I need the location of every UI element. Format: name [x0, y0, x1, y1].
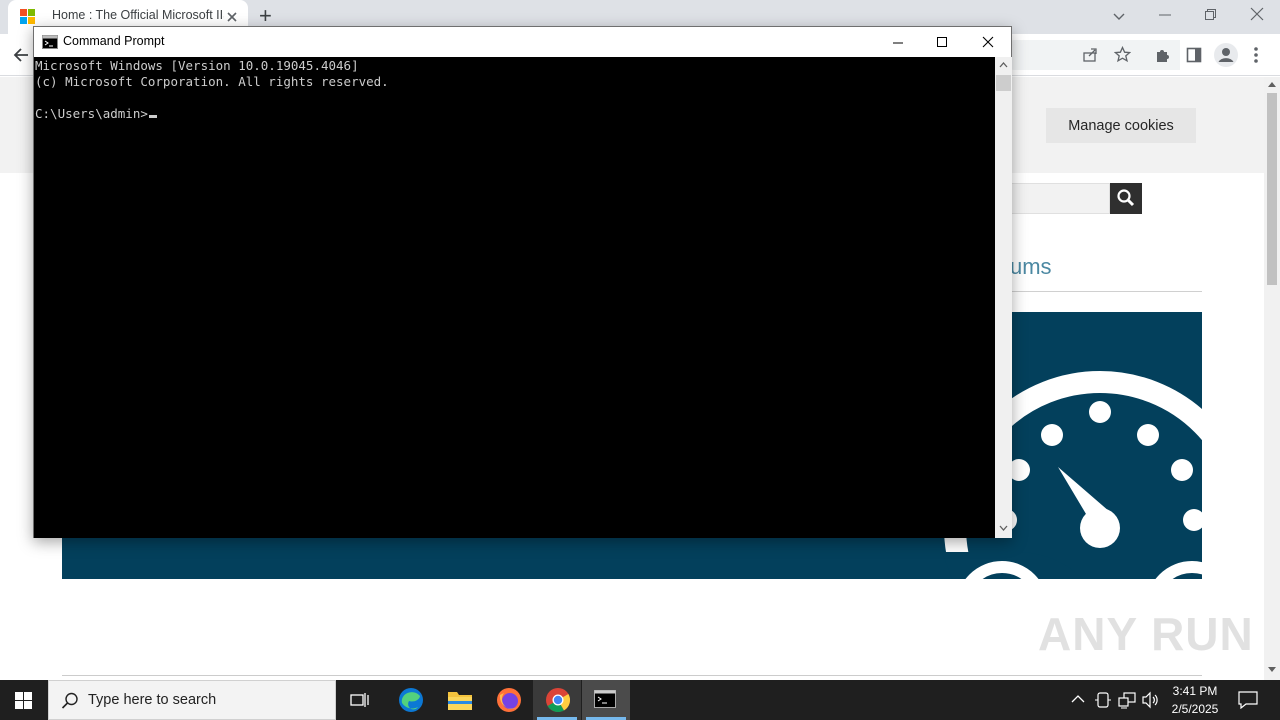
- site-search-button[interactable]: [1110, 183, 1142, 214]
- chrome-taskbar-button[interactable]: [533, 680, 581, 720]
- cmd-close-icon[interactable]: [981, 35, 995, 49]
- tab-search-chevron-icon[interactable]: [1112, 9, 1126, 23]
- microsoft-logo-icon: [20, 9, 35, 24]
- minimize-icon[interactable]: [1158, 8, 1172, 22]
- network-icon[interactable]: [1118, 691, 1136, 709]
- file-explorer-icon[interactable]: [447, 688, 473, 712]
- restore-icon[interactable]: [1204, 8, 1218, 22]
- scroll-up-icon[interactable]: [1268, 81, 1276, 87]
- search-icon: [1117, 189, 1135, 207]
- cmd-minimize-icon[interactable]: [891, 36, 905, 50]
- divider: [990, 291, 1202, 292]
- edge-icon[interactable]: [398, 687, 424, 713]
- windows-start-icon[interactable]: [15, 692, 32, 709]
- console-prompt-line: C:\Users\admin>: [35, 106, 389, 122]
- page-scrollbar[interactable]: [1264, 77, 1280, 680]
- tab-title: Home : The Official Microsoft IIS: [52, 8, 224, 22]
- volume-icon[interactable]: [1142, 691, 1160, 709]
- console-prompt: C:\Users\admin>: [35, 106, 148, 121]
- console-output[interactable]: Microsoft Windows [Version 10.0.19045.40…: [34, 57, 995, 538]
- back-arrow-icon[interactable]: [12, 46, 30, 64]
- page-scrollbar-thumb[interactable]: [1267, 93, 1277, 285]
- device-icon[interactable]: [1095, 691, 1111, 709]
- search-icon: [61, 692, 78, 709]
- profile-icon[interactable]: [1214, 43, 1238, 67]
- extensions-icon[interactable]: [1154, 47, 1170, 63]
- cmd-icon: [594, 690, 616, 708]
- menu-icon[interactable]: [1252, 46, 1260, 64]
- command-prompt-window[interactable]: Command Prompt Microsoft Windows [Versio…: [33, 26, 1012, 538]
- forums-heading[interactable]: ums: [1010, 254, 1052, 280]
- clock-date[interactable]: 2/5/2025: [1165, 702, 1225, 716]
- sidebar-icon[interactable]: [1186, 47, 1202, 63]
- taskbar: Type here to search 3:41 PM 2/5/2025: [0, 680, 1280, 720]
- cmd-maximize-icon[interactable]: [935, 35, 949, 49]
- taskbar-search-placeholder: Type here to search: [88, 692, 217, 708]
- firefox-icon[interactable]: [496, 687, 522, 713]
- cmd-scrollbar[interactable]: [995, 57, 1012, 538]
- cmd-scrollbar-thumb[interactable]: [996, 75, 1011, 91]
- browser-close-icon[interactable]: [1250, 7, 1264, 21]
- notifications-icon[interactable]: [1238, 691, 1258, 709]
- task-view-icon[interactable]: [350, 691, 370, 709]
- share-icon[interactable]: [1082, 47, 1098, 63]
- cmd-taskbar-button[interactable]: [582, 680, 630, 720]
- cmd-scroll-down-icon[interactable]: [999, 525, 1008, 531]
- console-line: (c) Microsoft Corporation. All rights re…: [35, 74, 389, 89]
- anyrun-watermark: ANY RUN: [1038, 608, 1254, 660]
- footer-divider: [62, 675, 1202, 676]
- manage-cookies-button[interactable]: Manage cookies: [1046, 108, 1196, 143]
- cmd-scroll-up-icon[interactable]: [999, 62, 1008, 68]
- clock-time[interactable]: 3:41 PM: [1165, 684, 1225, 698]
- show-hidden-icons-chevron-icon[interactable]: [1071, 694, 1085, 704]
- chrome-icon: [546, 688, 571, 713]
- cmd-window-title: Command Prompt: [63, 34, 165, 48]
- scroll-down-icon[interactable]: [1268, 667, 1276, 673]
- console-line: Microsoft Windows [Version 10.0.19045.40…: [35, 58, 359, 73]
- star-icon[interactable]: [1114, 46, 1131, 63]
- tab-close-icon[interactable]: [226, 11, 238, 23]
- cmd-icon: [42, 35, 58, 49]
- taskbar-search-box[interactable]: Type here to search: [48, 680, 336, 720]
- console-text: Microsoft Windows [Version 10.0.19045.40…: [35, 58, 389, 122]
- text-cursor: [148, 115, 157, 118]
